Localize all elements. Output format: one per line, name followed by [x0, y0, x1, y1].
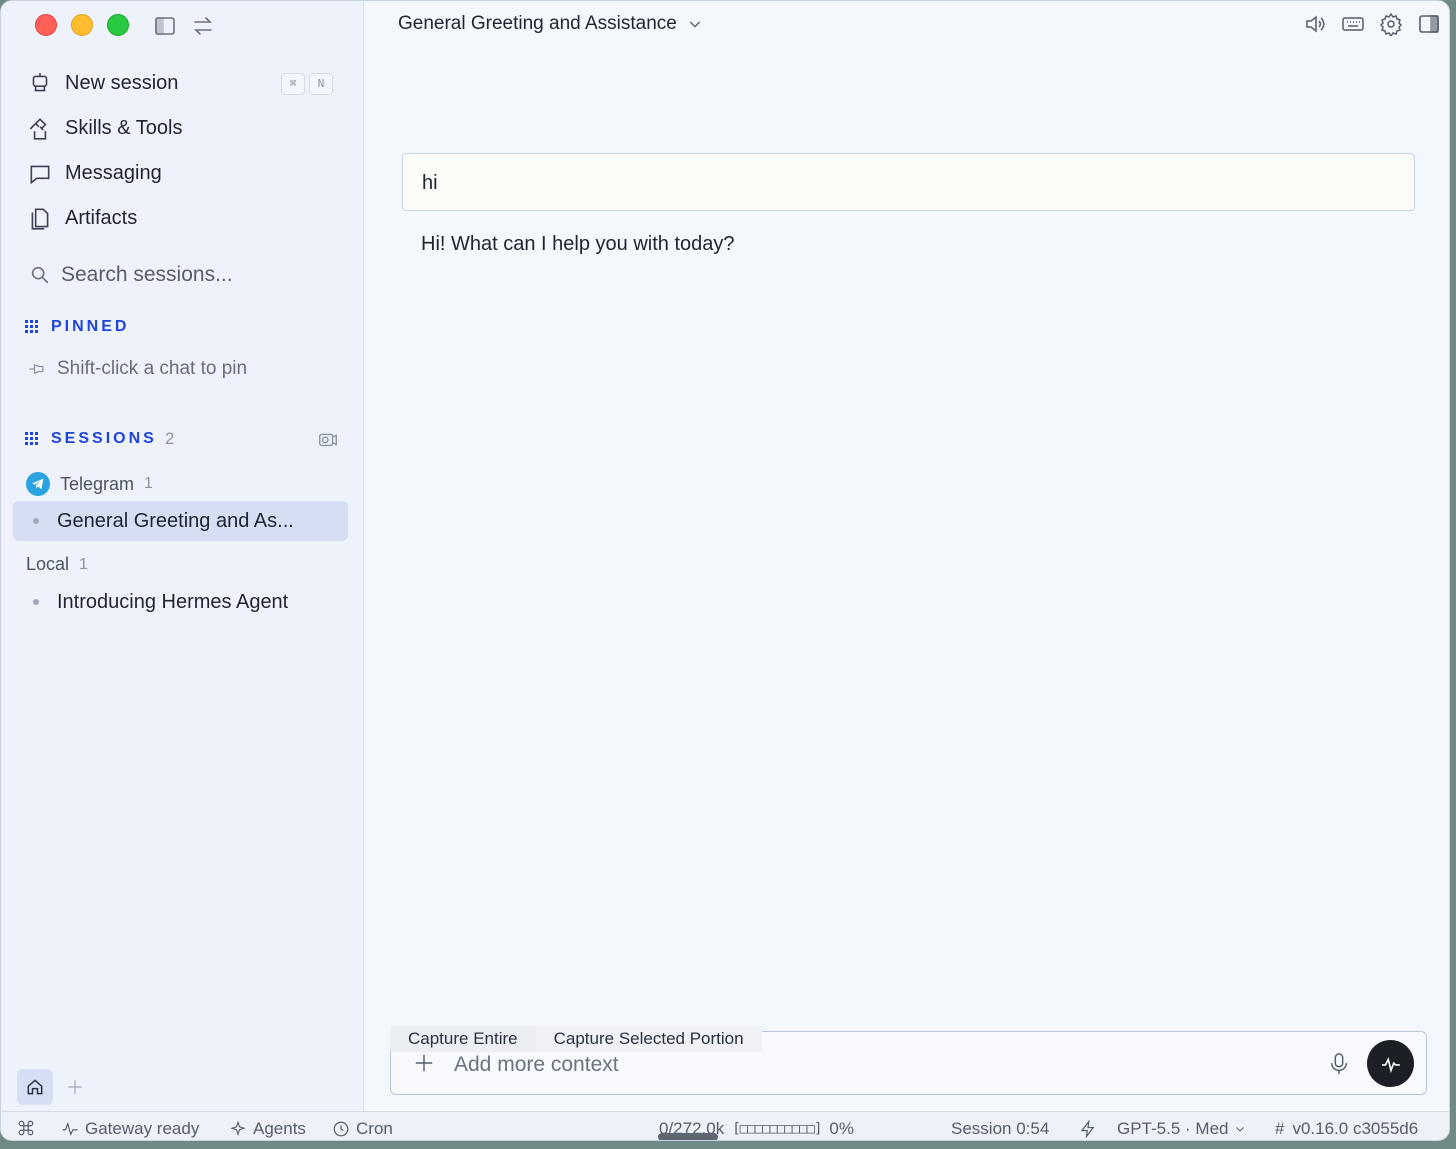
cron-button[interactable]: Cron [332, 1119, 393, 1139]
sessions-title: SESSIONS [51, 430, 157, 447]
gateway-status[interactable]: Gateway ready [61, 1119, 199, 1139]
nav-skills-tools[interactable]: Skills & Tools [27, 106, 337, 151]
session-group-local: Local 1 [26, 554, 88, 575]
command-menu-button[interactable] [17, 1119, 41, 1137]
status-bar: Gateway ready Agents Cron 0/272.0k [□□□□… [1, 1111, 1449, 1140]
tools-icon [29, 117, 47, 140]
group-count: 1 [144, 475, 153, 492]
pinned-title: PINNED [51, 318, 130, 335]
hash-icon: # [1275, 1119, 1285, 1138]
sessions-header: SESSIONS 2 [25, 429, 174, 449]
assistant-message: Hi! What can I help you with today? [421, 233, 735, 255]
nav-label: New session [65, 72, 179, 94]
shortcut-hint: ⌘ N [281, 72, 333, 95]
session-item[interactable]: Introducing Hermes Agent [13, 582, 348, 622]
sidebar-nav: New session ⌘ N Skills & Tools Messaging [27, 61, 337, 241]
group-name: Telegram [60, 473, 135, 494]
context-percent: 0% [829, 1119, 854, 1138]
chat-bubble-icon [30, 165, 50, 184]
conversation-title: General Greeting and Assistance [398, 13, 677, 34]
session-tools-icon[interactable] [317, 428, 339, 450]
plus-icon [68, 1080, 82, 1094]
session-timer: Session 0:54 [951, 1119, 1050, 1138]
version-text: v0.16.0 c3055d6 [1292, 1119, 1419, 1138]
session-title: General Greeting and As... [57, 509, 294, 532]
model-selector[interactable]: GPT-5.5 · Med [1079, 1119, 1246, 1139]
capture-entire-option[interactable]: Capture Entire [390, 1026, 536, 1052]
shortcut-key: ⌘ [281, 72, 305, 95]
add-tab-button[interactable] [65, 1077, 85, 1097]
shortcut-key: N [309, 72, 333, 95]
nav-artifacts[interactable]: Artifacts [27, 196, 337, 241]
nav-label: Messaging [65, 162, 162, 184]
gateway-status-text: Gateway ready [85, 1119, 200, 1138]
sidebar-footer [17, 1069, 85, 1105]
session-group-telegram: Telegram 1 [26, 472, 153, 496]
sparkle-icon [230, 1120, 246, 1137]
gear-icon[interactable] [1379, 12, 1403, 36]
chevron-down-icon [689, 21, 700, 28]
chevron-down-icon [1236, 1127, 1245, 1132]
home-icon [27, 1079, 43, 1095]
lightning-icon [1080, 1120, 1095, 1138]
search-icon [31, 266, 49, 284]
activity-icon [62, 1121, 78, 1136]
top-toolbar [1303, 12, 1441, 36]
add-attachment-icon[interactable] [413, 1052, 435, 1074]
nav-label: Artifacts [65, 207, 138, 229]
pin-icon [29, 363, 44, 375]
sidebar-toggle-icon[interactable] [153, 14, 177, 38]
voice-send-button[interactable] [1367, 1040, 1414, 1087]
home-button[interactable] [17, 1069, 53, 1105]
session-search[interactable]: Search sessions... [29, 263, 233, 287]
model-label: GPT-5.5 · Med [1117, 1119, 1229, 1138]
grid-icon [25, 320, 38, 333]
clock-icon [333, 1121, 349, 1137]
documents-icon [31, 207, 49, 230]
robot-icon [32, 72, 48, 91]
composer-input[interactable]: Add more context [454, 1053, 619, 1077]
user-message: hi [402, 153, 1415, 211]
session-dot [33, 518, 39, 524]
pinned-header: PINNED [25, 318, 129, 336]
grid-icon [25, 432, 38, 445]
nav-label: Skills & Tools [65, 117, 183, 139]
right-panel-toggle-icon[interactable] [1417, 12, 1441, 36]
command-icon [18, 1120, 34, 1136]
sidebar: New session ⌘ N Skills & Tools Messaging [1, 1, 364, 1111]
speaker-icon[interactable] [1303, 12, 1327, 36]
cron-label: Cron [356, 1119, 393, 1138]
microphone-icon[interactable] [1328, 1051, 1350, 1077]
close-window-button[interactable] [35, 14, 57, 36]
version-info: # v0.16.0 c3055d6 [1275, 1119, 1418, 1139]
sessions-count: 2 [164, 429, 175, 448]
session-dot [33, 599, 39, 605]
nav-messaging[interactable]: Messaging [27, 151, 337, 196]
agents-button[interactable]: Agents [229, 1119, 306, 1139]
pinned-empty-hint: Shift-click a chat to pin [27, 358, 247, 380]
group-name: Local [26, 554, 70, 574]
app-window: New session ⌘ N Skills & Tools Messaging [0, 0, 1450, 1141]
minimize-window-button[interactable] [71, 14, 93, 36]
scroll-handle[interactable] [658, 1133, 718, 1140]
pinned-hint-text: Shift-click a chat to pin [57, 358, 248, 379]
session-title: Introducing Hermes Agent [57, 590, 289, 613]
group-count: 1 [79, 555, 88, 573]
context-bar: [□□□□□□□□□□] [732, 1121, 822, 1137]
capture-selected-option[interactable]: Capture Selected Portion [535, 1026, 762, 1052]
capture-menu: Capture Entire Capture Selected Portion [390, 1026, 762, 1052]
waveform-icon [1381, 1056, 1400, 1073]
session-item-active[interactable]: General Greeting and As... [13, 501, 348, 541]
agents-label: Agents [253, 1119, 306, 1138]
nav-new-session[interactable]: New session ⌘ N [27, 61, 337, 106]
search-input[interactable]: Search sessions... [61, 263, 233, 287]
main-panel: General Greeting and Assistance hi Hi! W… [365, 1, 1449, 1111]
telegram-icon [26, 472, 50, 496]
keyboard-icon[interactable] [1341, 12, 1365, 36]
swap-arrows-icon[interactable] [191, 14, 215, 38]
zoom-window-button[interactable] [107, 14, 129, 36]
conversation-title-dropdown[interactable]: General Greeting and Assistance [398, 13, 703, 35]
window-controls [35, 14, 129, 36]
